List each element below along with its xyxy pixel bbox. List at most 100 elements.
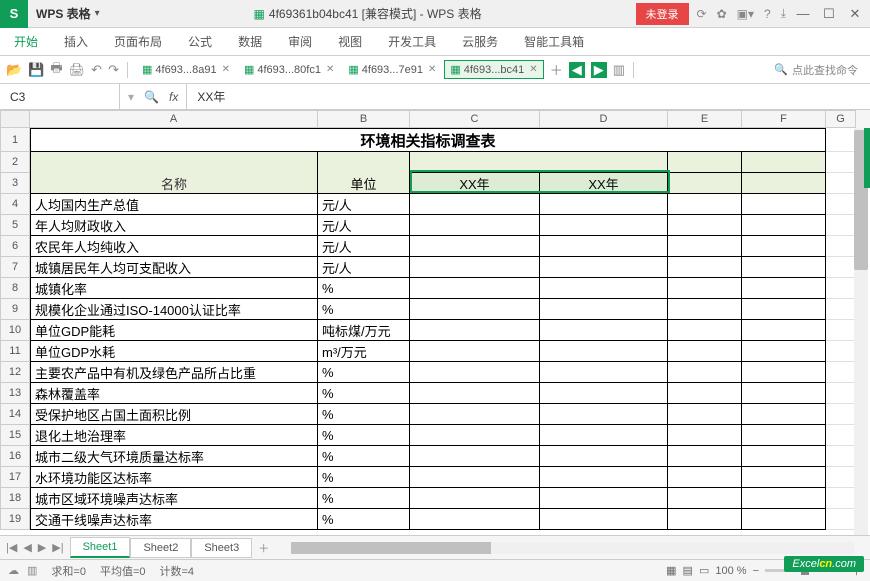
cell[interactable] bbox=[826, 257, 856, 278]
cell-unit[interactable]: % bbox=[318, 425, 410, 446]
cell[interactable] bbox=[410, 446, 540, 467]
cell-unit[interactable]: m³/万元 bbox=[318, 341, 410, 362]
cell[interactable] bbox=[826, 383, 856, 404]
col-header[interactable]: A bbox=[30, 110, 318, 128]
header-unit[interactable]: 单位 bbox=[318, 173, 410, 194]
cell[interactable] bbox=[826, 404, 856, 425]
header-name[interactable] bbox=[30, 152, 318, 173]
row-header[interactable]: 16 bbox=[0, 446, 30, 467]
cell[interactable] bbox=[410, 362, 540, 383]
cell[interactable] bbox=[540, 509, 668, 530]
cell[interactable] bbox=[742, 383, 826, 404]
select-all-corner[interactable] bbox=[0, 110, 30, 128]
maximize-button[interactable]: ☐ bbox=[820, 6, 838, 22]
cell[interactable] bbox=[540, 383, 668, 404]
prev-tab-icon[interactable]: ◀ bbox=[569, 62, 585, 78]
cell[interactable] bbox=[668, 467, 742, 488]
cell[interactable] bbox=[410, 467, 540, 488]
cell[interactable] bbox=[826, 152, 856, 173]
search-command[interactable]: 🔍 点此查找命令 bbox=[774, 62, 858, 78]
cell-name[interactable]: 城镇化率 bbox=[30, 278, 318, 299]
tab-review[interactable]: 审阅 bbox=[288, 33, 312, 50]
close-icon[interactable]: ✕ bbox=[428, 64, 436, 75]
sheet-tab[interactable]: Sheet1 bbox=[70, 537, 131, 558]
cell[interactable] bbox=[540, 257, 668, 278]
cell[interactable] bbox=[668, 299, 742, 320]
col-header[interactable]: G bbox=[826, 110, 856, 128]
col-header[interactable]: D bbox=[540, 110, 668, 128]
sync-icon[interactable]: ⟳ bbox=[697, 7, 707, 21]
cell-name[interactable]: 交通干线噪声达标率 bbox=[30, 509, 318, 530]
vertical-scrollbar[interactable] bbox=[854, 128, 868, 535]
cell[interactable] bbox=[742, 446, 826, 467]
cells-area[interactable]: 环境相关指标调查表 名称 单位 XX年 XX年 bbox=[30, 128, 870, 530]
cell-name[interactable]: 单位GDP水耗 bbox=[30, 341, 318, 362]
cell-unit[interactable]: 元/人 bbox=[318, 257, 410, 278]
cell[interactable] bbox=[668, 341, 742, 362]
cell-name[interactable]: 单位GDP能耗 bbox=[30, 320, 318, 341]
save-icon[interactable]: 💾 bbox=[28, 62, 44, 78]
cell[interactable] bbox=[668, 215, 742, 236]
cell[interactable] bbox=[826, 215, 856, 236]
col-header[interactable]: C bbox=[410, 110, 540, 128]
cell[interactable] bbox=[742, 299, 826, 320]
cell-name[interactable]: 城市二级大气环境质量达标率 bbox=[30, 446, 318, 467]
row-header[interactable]: 9 bbox=[0, 299, 30, 320]
undo-icon[interactable]: ↶ bbox=[91, 62, 102, 78]
cell[interactable] bbox=[742, 257, 826, 278]
doc-tab-2[interactable]: ▦4f693...80fc1✕ bbox=[238, 60, 340, 79]
cell[interactable] bbox=[540, 404, 668, 425]
doc-tab-3[interactable]: ▦4f693...7e91✕ bbox=[342, 60, 442, 79]
sheet-tab[interactable]: Sheet2 bbox=[130, 538, 191, 558]
fx-icon[interactable]: fx bbox=[169, 90, 178, 104]
close-icon[interactable]: ✕ bbox=[222, 64, 230, 75]
close-button[interactable]: ✕ bbox=[846, 6, 864, 22]
cell[interactable] bbox=[742, 509, 826, 530]
col-header[interactable]: E bbox=[668, 110, 742, 128]
cell[interactable] bbox=[668, 404, 742, 425]
row-header[interactable]: 11 bbox=[0, 341, 30, 362]
cell[interactable] bbox=[668, 362, 742, 383]
cell[interactable] bbox=[668, 320, 742, 341]
row-header[interactable]: 7 bbox=[0, 257, 30, 278]
cell[interactable] bbox=[826, 236, 856, 257]
cell-unit[interactable]: 元/人 bbox=[318, 236, 410, 257]
cell-unit[interactable]: % bbox=[318, 488, 410, 509]
cell[interactable] bbox=[826, 299, 856, 320]
cell[interactable] bbox=[410, 320, 540, 341]
row-header[interactable]: 4 bbox=[0, 194, 30, 215]
cell-name[interactable]: 受保护地区占国土面积比例 bbox=[30, 404, 318, 425]
header-year1[interactable]: XX年 bbox=[410, 173, 540, 194]
cell[interactable] bbox=[410, 299, 540, 320]
cell[interactable] bbox=[742, 278, 826, 299]
doc-tab-4[interactable]: ▦4f693...bc41✕ bbox=[444, 60, 543, 79]
row-header[interactable]: 10 bbox=[0, 320, 30, 341]
header-name[interactable]: 名称 bbox=[30, 173, 318, 194]
header-blank[interactable] bbox=[742, 173, 826, 194]
cell[interactable] bbox=[410, 488, 540, 509]
cell-unit[interactable]: % bbox=[318, 362, 410, 383]
row-header[interactable]: 5 bbox=[0, 215, 30, 236]
cell[interactable] bbox=[826, 488, 856, 509]
header-unit[interactable] bbox=[318, 152, 410, 173]
cell[interactable] bbox=[668, 446, 742, 467]
cell-name[interactable]: 主要农产品中有机及绿色产品所占比重 bbox=[30, 362, 318, 383]
open-icon[interactable]: 📂 bbox=[6, 62, 22, 78]
cell[interactable] bbox=[668, 278, 742, 299]
cell[interactable] bbox=[742, 362, 826, 383]
cell[interactable] bbox=[410, 257, 540, 278]
cell[interactable] bbox=[410, 404, 540, 425]
dropdown-icon[interactable]: ▾ bbox=[128, 90, 134, 104]
cell-name[interactable]: 年人均财政收入 bbox=[30, 215, 318, 236]
row-header[interactable]: 1 bbox=[0, 128, 30, 152]
row-header[interactable]: 14 bbox=[0, 404, 30, 425]
tab-dev[interactable]: 开发工具 bbox=[388, 33, 436, 50]
login-badge[interactable]: 未登录 bbox=[636, 3, 689, 25]
cell[interactable] bbox=[742, 215, 826, 236]
cell-name[interactable]: 城市区域环境噪声达标率 bbox=[30, 488, 318, 509]
cell[interactable] bbox=[540, 425, 668, 446]
cell[interactable] bbox=[540, 488, 668, 509]
cell[interactable] bbox=[668, 383, 742, 404]
row-header[interactable]: 13 bbox=[0, 383, 30, 404]
row-header[interactable]: 8 bbox=[0, 278, 30, 299]
